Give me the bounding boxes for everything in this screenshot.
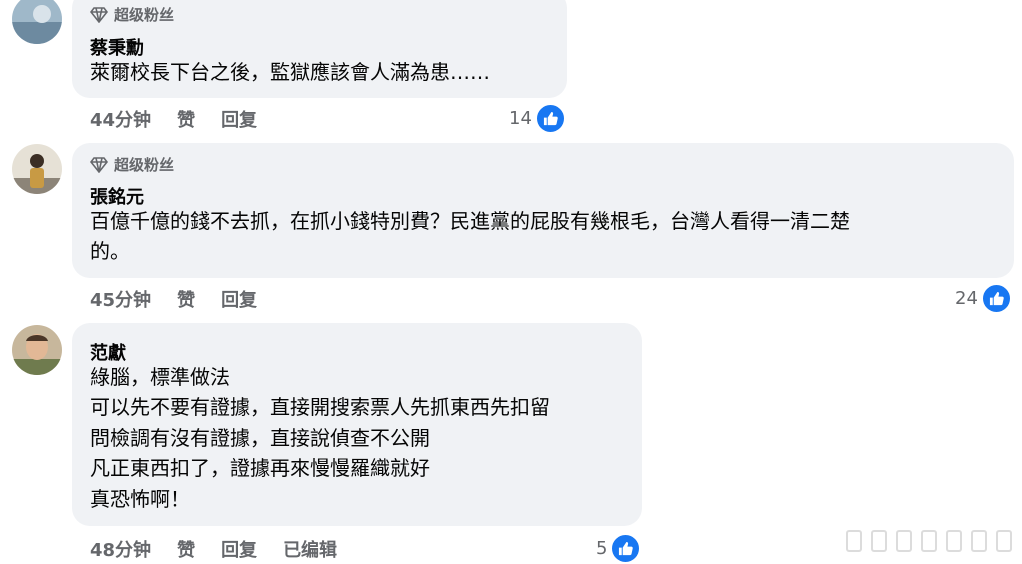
avatar[interactable] (12, 325, 62, 375)
comment-text-line: 可以先不要有證據，直接開搜索票人先抓東西先扣留 (90, 395, 550, 419)
diamond-icon (90, 6, 108, 23)
like-button[interactable]: 赞 (177, 536, 195, 562)
comment-text: 萊爾校長下台之後，監獄應該會人滿為患…… (90, 60, 490, 84)
reaction-number: 14 (509, 108, 532, 129)
badge-label: 超级粉丝 (114, 156, 175, 174)
comment-text-line: 問檢調有沒有證據，直接說偵查不公開 (90, 426, 430, 450)
reaction-count[interactable]: 5 (596, 533, 642, 564)
like-button[interactable]: 赞 (177, 286, 195, 312)
avatar[interactable] (12, 144, 62, 194)
comment-text-line: 的。 (90, 239, 130, 263)
timestamp[interactable]: 48分钟 (90, 536, 151, 562)
reaction-number: 5 (596, 538, 608, 559)
comment-actions: 48分钟 赞 回复 已编辑 (90, 536, 363, 562)
avatar[interactable] (12, 0, 62, 44)
comment-text-line: 綠腦，標準做法 (90, 365, 230, 389)
reaction-count[interactable]: 24 (955, 283, 1012, 314)
badge-label: 超级粉丝 (114, 6, 175, 24)
timestamp[interactable]: 45分钟 (90, 286, 151, 312)
comment-text-line: 真恐怖啊！ (90, 487, 190, 511)
watermark (846, 530, 1012, 552)
comment-text-line: 凡正東西扣了，證據再來慢慢羅織就好 (90, 456, 430, 480)
comment-text-line: 百億千億的錢不去抓，在抓小錢特別費？民進黨的屁股有幾根毛，台灣人看得一清二楚 (90, 209, 850, 233)
like-button[interactable]: 赞 (177, 106, 195, 132)
super-fan-badge: 超级粉丝 (90, 154, 174, 175)
thumbs-up-icon (610, 533, 642, 564)
reply-button[interactable]: 回复 (221, 106, 257, 132)
timestamp[interactable]: 44分钟 (90, 106, 151, 132)
thumbs-up-icon (534, 103, 566, 134)
comment-actions: 44分钟 赞 回复 (90, 106, 283, 132)
reply-button[interactable]: 回复 (221, 536, 257, 562)
reply-button[interactable]: 回复 (221, 286, 257, 312)
reaction-count[interactable]: 14 (509, 103, 566, 134)
diamond-icon (90, 156, 108, 173)
reaction-number: 24 (955, 288, 978, 309)
super-fan-badge: 超级粉丝 (90, 4, 174, 25)
edited-label: 已编辑 (283, 540, 338, 561)
comment-actions: 45分钟 赞 回复 (90, 286, 283, 312)
thumbs-up-icon (980, 283, 1012, 314)
